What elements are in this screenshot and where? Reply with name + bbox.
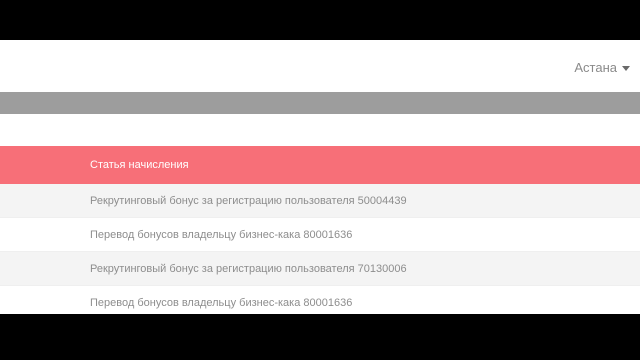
row-text: Рекрутинговый бонус за регистрацию польз… (90, 194, 407, 207)
table-header: Статья начисления (0, 146, 640, 184)
chevron-down-icon (622, 66, 630, 71)
top-bar: Астана (0, 40, 640, 93)
letterbox-bottom (0, 314, 640, 360)
row-text: Перевод бонусов владельцу бизнес-кака 80… (90, 228, 353, 241)
city-dropdown-label: Астана (574, 60, 617, 75)
video-frame: Астана Статья начисления Рекрутинговый б… (0, 0, 640, 360)
section-title-band (0, 92, 640, 114)
app-window: Астана Статья начисления Рекрутинговый б… (0, 40, 640, 314)
letterbox-top (0, 0, 640, 40)
table-row[interactable]: Перевод бонусов владельцу бизнес-кака 80… (0, 218, 640, 252)
row-text: Перевод бонусов владельцу бизнес-кака 80… (90, 296, 353, 309)
row-text: Рекрутинговый бонус за регистрацию польз… (90, 262, 407, 275)
table-row[interactable]: Перевод бонусов владельцу бизнес-кака 80… (0, 286, 640, 314)
city-dropdown[interactable]: Астана (574, 60, 630, 75)
accruals-table: Статья начисления Рекрутинговый бонус за… (0, 146, 640, 314)
column-header-accrual-item: Статья начисления (90, 159, 189, 171)
table-row[interactable]: Рекрутинговый бонус за регистрацию польз… (0, 252, 640, 286)
table-row[interactable]: Рекрутинговый бонус за регистрацию польз… (0, 184, 640, 218)
